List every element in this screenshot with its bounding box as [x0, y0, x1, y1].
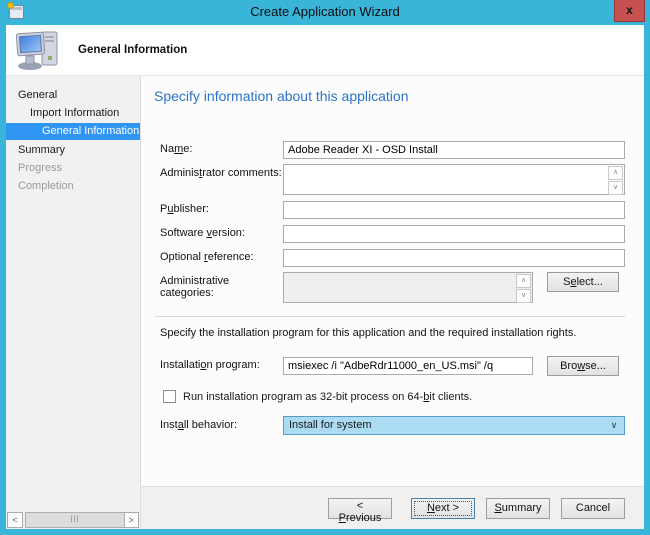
name-label: Name:: [160, 140, 283, 155]
browse-button[interactable]: Browse...: [547, 356, 619, 376]
chevron-down-icon[interactable]: ∨: [608, 181, 623, 195]
chevron-up-icon[interactable]: ∧: [516, 274, 531, 288]
software-version-input[interactable]: [283, 225, 625, 243]
wizard-main: General Import Information General Infor…: [6, 76, 644, 529]
software-version-label: Software version:: [160, 224, 283, 239]
administrator-comments-input[interactable]: ∧ ∨: [283, 164, 625, 195]
install-behavior-dropdown[interactable]: Install for system ∨: [283, 416, 625, 435]
sidebar-item-general-information[interactable]: General Information: [6, 123, 140, 140]
content-pane: Specify information about this applicati…: [141, 76, 644, 486]
scrollbar-track[interactable]: |||: [25, 512, 121, 528]
sidebar-item-summary[interactable]: Summary: [6, 142, 140, 159]
optional-reference-input[interactable]: [283, 249, 625, 267]
wizard-button-bar: < Previous Next > Summary Cancel: [141, 486, 644, 529]
create-application-wizard-window: Create Application Wizard x: [0, 0, 650, 535]
horizontal-scrollbar[interactable]: < ||| >: [6, 511, 140, 529]
sidebar-item-general[interactable]: General: [6, 87, 140, 104]
select-button[interactable]: Select...: [547, 272, 619, 292]
titlebar[interactable]: Create Application Wizard x: [0, 0, 650, 25]
section-divider: [155, 316, 625, 317]
page-heading: Specify information about this applicati…: [154, 88, 625, 104]
close-icon[interactable]: x: [614, 0, 645, 22]
sidebar-item-completion: Completion: [6, 178, 140, 195]
chevron-down-icon[interactable]: ∨: [516, 289, 531, 303]
administrator-comments-label: Administrator comments:: [160, 164, 283, 179]
optional-reference-label: Optional reference:: [160, 248, 283, 263]
scroll-right-icon[interactable]: >: [123, 512, 139, 528]
summary-button[interactable]: Summary: [486, 498, 550, 519]
comments-spinner[interactable]: ∧ ∨: [608, 166, 623, 193]
scrollbar-thumb[interactable]: |||: [25, 512, 125, 528]
wizard-page-title: General Information: [78, 44, 187, 56]
publisher-input[interactable]: [283, 201, 625, 219]
computer-icon: [15, 29, 63, 71]
window-body: General Information General Import Infor…: [6, 25, 644, 529]
window-title: Create Application Wizard: [0, 0, 650, 25]
general-info-form: Name: Administrator comments: ∧: [153, 140, 625, 435]
installation-instruction-text: Specify the installation program for thi…: [160, 327, 625, 339]
installation-program-label: Installation program:: [160, 356, 283, 371]
wizard-header: General Information: [6, 25, 644, 76]
cancel-button[interactable]: Cancel: [561, 498, 625, 519]
scroll-left-icon[interactable]: <: [7, 512, 23, 528]
sidebar-item-progress: Progress: [6, 160, 140, 177]
sidebar-item-import-information[interactable]: Import Information: [6, 105, 140, 122]
run-32bit-label: Run installation program as 32-bit proce…: [183, 391, 472, 403]
categories-spinner[interactable]: ∧ ∨: [516, 274, 531, 301]
installation-program-input[interactable]: [283, 357, 533, 375]
administrative-categories-label: Administrative categories:: [160, 272, 283, 299]
install-behavior-label: Install behavior:: [160, 416, 283, 431]
previous-button[interactable]: < Previous: [328, 498, 392, 519]
chevron-down-icon: ∨: [607, 417, 621, 434]
name-input[interactable]: [283, 141, 625, 159]
wizard-steps-sidebar: General Import Information General Infor…: [6, 76, 141, 529]
install-behavior-value: Install for system: [289, 419, 372, 431]
content-column: Specify information about this applicati…: [141, 76, 644, 529]
next-button[interactable]: Next >: [411, 498, 475, 519]
publisher-label: Publisher:: [160, 200, 283, 215]
administrative-categories-box: ∧ ∨: [283, 272, 533, 303]
chevron-up-icon[interactable]: ∧: [608, 166, 623, 180]
run-32bit-checkbox[interactable]: [163, 390, 176, 403]
